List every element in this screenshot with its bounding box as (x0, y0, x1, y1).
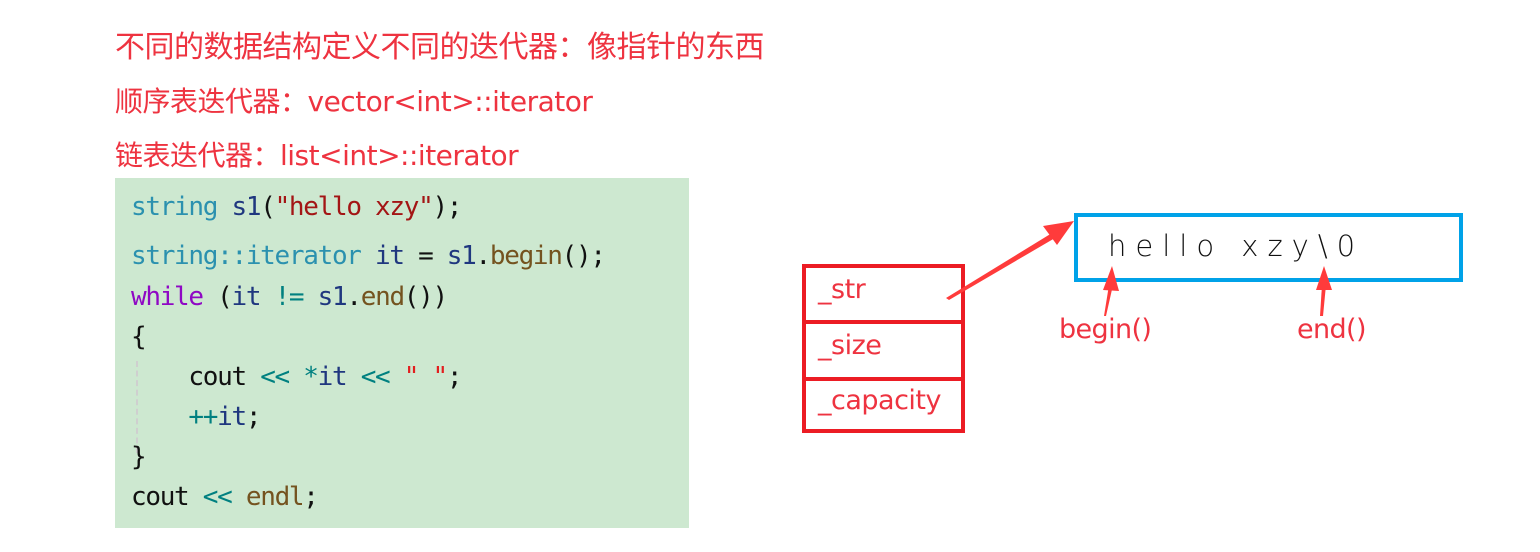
pointer-arrow (946, 221, 1074, 300)
begin-arrow-head (1103, 266, 1119, 291)
end-arrow (1316, 266, 1332, 316)
end-arrow-head (1316, 266, 1332, 290)
begin-arrow (1103, 266, 1119, 316)
pointer-arrow-shaft (946, 233, 1055, 300)
arrows-layer (946, 221, 1332, 316)
